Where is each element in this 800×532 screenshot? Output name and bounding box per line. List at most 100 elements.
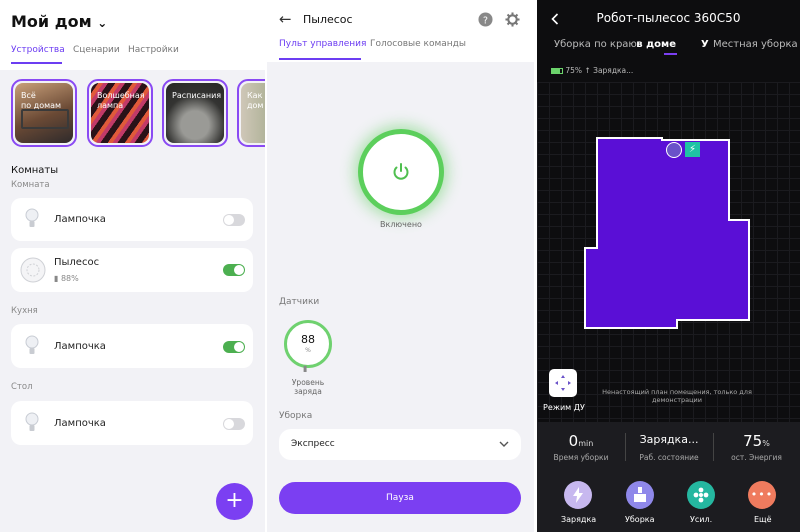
- device-name: Лампочка: [54, 418, 106, 429]
- battery-level: 88%: [60, 274, 79, 283]
- chevron-down-icon: [499, 441, 509, 447]
- vacuum-header: [267, 0, 534, 62]
- tab-underline: [11, 62, 62, 64]
- tab-settings[interactable]: Настройки: [128, 45, 179, 55]
- robot-screen: Робот-пылесос 360C50 Уборка по краю Убор…: [537, 0, 800, 532]
- group-title: Стол: [11, 382, 33, 392]
- floor-plan-map: [584, 137, 750, 329]
- power-icon: [393, 163, 409, 180]
- lightbulb-icon: [25, 412, 39, 431]
- broom-icon: [634, 487, 646, 502]
- stat-label: ост. Энергия: [731, 453, 782, 462]
- plus-icon: +: [225, 488, 244, 513]
- story-label: Расписания: [172, 91, 222, 100]
- remote-label: Режим ДУ: [543, 403, 585, 412]
- power-status: Включено: [380, 220, 422, 229]
- story-label: Всё по домам: [21, 91, 62, 110]
- action-label: Зарядка: [561, 515, 597, 524]
- battery-icon: ▮: [54, 274, 59, 283]
- clean-button[interactable]: [626, 481, 654, 509]
- page-title: Пылесос: [303, 13, 353, 26]
- device-card[interactable]: Лампочка: [11, 324, 253, 368]
- stat-value: 75: [743, 432, 763, 450]
- gauge-value: 88: [301, 333, 315, 346]
- boost-button[interactable]: [687, 481, 715, 509]
- charging-dock-icon: ⚡: [685, 142, 700, 157]
- tab-local-cleaning[interactable]: Местная уборка: [713, 39, 798, 50]
- gauge-unit: %: [305, 347, 311, 354]
- battery-indicator: ▮ 88%: [54, 274, 79, 283]
- stat-label: Раб. состояние: [639, 453, 699, 462]
- device-toggle[interactable]: [223, 418, 245, 430]
- help-icon[interactable]: ?: [478, 12, 493, 27]
- device-name: Лампочка: [54, 341, 106, 352]
- device-card[interactable]: Лампочка: [11, 401, 253, 445]
- remote-control-button[interactable]: [549, 369, 577, 397]
- tab-underline: [279, 58, 361, 60]
- select-value: Экспресс: [291, 439, 335, 449]
- add-device-button[interactable]: +: [216, 483, 253, 520]
- back-arrow-icon[interactable]: ←: [279, 10, 292, 28]
- lightning-icon: [573, 487, 583, 503]
- robot-position-icon: [666, 142, 682, 158]
- stat-energy: 75%: [713, 431, 800, 450]
- home-title-button[interactable]: Мой дом ⌄: [11, 12, 107, 31]
- stat-unit: %: [762, 439, 770, 448]
- charge-button[interactable]: [564, 481, 592, 509]
- tab-voice-commands[interactable]: Голосовые команды: [370, 39, 466, 49]
- story-label: Как дом: [247, 91, 264, 110]
- stat-unit: min: [578, 439, 594, 448]
- tab-edge-cleaning[interactable]: Уборка по краю: [554, 39, 637, 50]
- story-card[interactable]: Расписания: [162, 79, 228, 147]
- device-toggle[interactable]: [223, 341, 245, 353]
- gauge-label: Уровень заряда: [291, 378, 325, 396]
- stat-work-status: Зарядка...: [639, 433, 699, 446]
- power-button[interactable]: [358, 129, 444, 215]
- map-disclaimer: Ненастоящий план помещения, только для д…: [602, 388, 752, 404]
- device-card[interactable]: Лампочка: [11, 198, 253, 241]
- mode-title: Уборка: [279, 411, 313, 421]
- robot-vacuum-icon: [20, 257, 46, 283]
- action-label: Усил.: [690, 515, 713, 524]
- tab-partial[interactable]: У: [701, 39, 709, 50]
- device-name: Пылесос: [54, 257, 100, 268]
- charging-status: Зарядка...: [593, 66, 634, 75]
- group-title: Кухня: [11, 306, 38, 316]
- sensors-title: Датчики: [279, 297, 320, 307]
- story-card[interactable]: Волшебная лампа: [87, 79, 153, 147]
- tab-scenarios[interactable]: Сценарии: [73, 45, 120, 55]
- tab-devices[interactable]: Устройства: [11, 45, 65, 55]
- story-label: Волшебная лампа: [97, 91, 145, 110]
- device-toggle[interactable]: [223, 264, 245, 276]
- more-button[interactable]: •••: [748, 481, 776, 509]
- stat-cleaning-time: 0min: [537, 431, 625, 450]
- chevron-down-icon: ⌄: [97, 16, 108, 30]
- rooms-title: Комнаты: [11, 165, 59, 176]
- tab-home-cleaning[interactable]: Уборка в доме: [636, 39, 676, 50]
- page-title: Робот-пылесос 360C50: [596, 11, 741, 25]
- svg-text:?: ?: [483, 15, 488, 26]
- action-label: Уборка: [625, 515, 655, 524]
- stat-value: 0: [568, 432, 579, 450]
- battery-icon: [551, 68, 563, 74]
- battery-gauge: 88 %: [284, 320, 332, 368]
- charging-bolt-icon: ↑: [584, 66, 591, 75]
- cleaning-mode-select[interactable]: Экспресс: [279, 429, 521, 460]
- tab-underline: [664, 53, 677, 55]
- action-label: Ещё: [754, 515, 772, 524]
- home-header: [0, 0, 265, 70]
- home-title: Мой дом: [11, 12, 92, 31]
- device-toggle[interactable]: [223, 214, 245, 226]
- fan-icon: [693, 487, 709, 503]
- battery-icon: ▮: [303, 364, 308, 373]
- vacuum-screen: ← Пылесос ? Пульт управления Голосовые к…: [267, 0, 534, 532]
- story-card[interactable]: Всё по домам: [11, 79, 77, 147]
- group-title: Комната: [11, 180, 50, 190]
- pause-button[interactable]: Пауза: [279, 482, 521, 514]
- battery-status: 75% ↑ Зарядка...: [551, 66, 633, 75]
- device-card[interactable]: Пылесос ▮ 88%: [11, 248, 253, 292]
- story-card[interactable]: Как дом: [237, 79, 265, 147]
- gear-icon[interactable]: [505, 12, 520, 27]
- device-name: Лампочка: [54, 214, 106, 225]
- tab-remote-control[interactable]: Пульт управления: [279, 39, 366, 49]
